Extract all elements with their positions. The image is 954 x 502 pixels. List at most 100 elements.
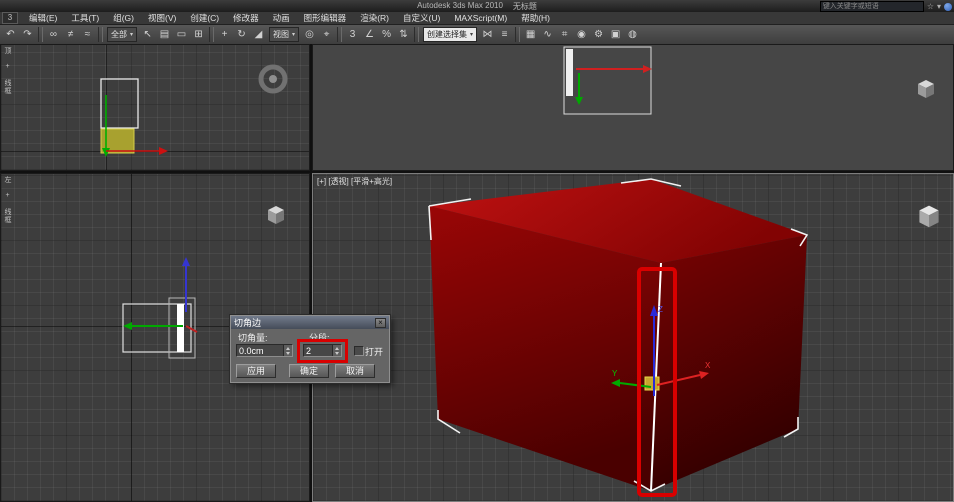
schematic-view-icon[interactable]: ⌗ — [556, 27, 573, 42]
gizmo-y-label: Y — [612, 369, 618, 378]
chevron-down-icon[interactable]: ▾ — [937, 2, 941, 11]
menu-group[interactable]: 组(G) — [106, 12, 141, 24]
bind-to-spacewarp-icon[interactable]: ≈ — [79, 27, 96, 42]
selected-edge[interactable] — [177, 304, 184, 352]
toolbar-separator — [38, 27, 43, 42]
toolbar-separator — [337, 27, 343, 42]
chamfer-amount-value[interactable]: 0.0cm — [237, 346, 283, 356]
menu-edit[interactable]: 编辑(E) — [22, 12, 64, 24]
window-crossing-icon[interactable]: ⊞ — [190, 27, 207, 42]
select-object-icon[interactable]: ↖ — [139, 27, 156, 42]
3ds-max-window: Autodesk 3ds Max 2010 无标题 ☆ ▾ 3 编辑(E) 工具… — [0, 0, 954, 502]
select-link-icon[interactable]: ∞ — [45, 27, 62, 42]
spin-down-icon[interactable] — [284, 350, 292, 356]
viewport-perspective-label[interactable]: [+] [透视] [平滑+高光] — [317, 176, 392, 187]
render-setup-icon[interactable]: ⚙ — [590, 27, 607, 42]
menu-rendering[interactable]: 渲染(R) — [353, 12, 396, 24]
viewport-perspective[interactable]: [+] [透视] [平滑+高光] Y X Z — [312, 173, 954, 502]
select-and-scale-icon[interactable]: ◢ — [250, 27, 267, 42]
menu-animation[interactable]: 动画 — [266, 12, 297, 24]
box-object[interactable] — [429, 179, 807, 491]
close-icon[interactable]: × — [375, 317, 386, 328]
toolbar-separator — [98, 27, 103, 42]
rectangular-selection-region-icon[interactable]: ▭ — [173, 27, 190, 42]
viewcube[interactable] — [919, 205, 939, 228]
viewport-area: 顶 + 线框 左 + 线框 [+] [透视] [平滑+高光] Y X Z — [0, 44, 954, 502]
redo-icon[interactable]: ↷ — [19, 27, 36, 42]
menu-help[interactable]: 帮助(H) — [514, 12, 557, 24]
communication-center-icon[interactable] — [944, 2, 952, 11]
menu-views[interactable]: 视图(V) — [141, 12, 183, 24]
rendered-frame-window-icon[interactable]: ▣ — [607, 27, 624, 42]
align-icon[interactable]: ≡ — [496, 27, 513, 42]
chevron-down-icon: ▾ — [292, 32, 296, 38]
application-button[interactable]: 3 — [2, 12, 18, 24]
selection-filter-dropdown[interactable]: 全部 ▾ — [107, 27, 138, 42]
titlebar: Autodesk 3ds Max 2010 无标题 ☆ ▾ — [0, 0, 954, 12]
menu-create[interactable]: 创建(C) — [183, 12, 226, 24]
menu-maxscript[interactable]: MAXScript(M) — [447, 12, 514, 24]
viewport-top[interactable]: 顶 + 线框 — [0, 44, 310, 171]
gizmo-y-arrowhead — [123, 322, 132, 330]
select-and-move-icon[interactable]: + — [216, 27, 233, 42]
front-view-scene — [563, 46, 934, 115]
mirror-icon[interactable]: ⋈ — [479, 27, 496, 42]
toolbar-separator — [209, 27, 215, 42]
chamfer-edge-dialog: 切角边 × 切角量: 分段: 0.0cm 2 打开 应用 确定 取消 — [229, 314, 391, 384]
viewcube[interactable] — [918, 80, 934, 98]
window-title: Autodesk 3ds Max 2010 无标题 — [417, 1, 537, 12]
select-by-name-icon[interactable]: ▤ — [156, 27, 173, 42]
viewcube-center[interactable] — [269, 75, 277, 83]
infocenter-search-input[interactable] — [819, 1, 924, 12]
menubar: 3 编辑(E) 工具(T) 组(G) 视图(V) 创建(C) 修改器 动画 图形… — [0, 12, 954, 25]
curve-editor-icon[interactable]: ∿ — [539, 27, 556, 42]
gizmo-z-label: Z — [658, 305, 663, 314]
open-checkbox-label: 打开 — [365, 347, 384, 357]
reference-coordinate-value: 视图 — [273, 30, 290, 39]
gizmo-plane-handle[interactable] — [644, 376, 660, 391]
document-title: 无标题 — [512, 2, 537, 11]
dialog-titlebar[interactable]: 切角边 × — [231, 316, 389, 329]
apply-button[interactable]: 应用 — [236, 364, 276, 378]
ok-button[interactable]: 确定 — [289, 364, 329, 378]
menu-graph-editors[interactable]: 图形编辑器 — [297, 12, 354, 24]
perspective-scene: Y X Z — [428, 178, 939, 497]
named-selection-set-value: 创建选择集 — [427, 30, 468, 39]
gizmo-x-arrowhead — [159, 147, 168, 155]
use-pivot-point-icon[interactable]: ◎ — [301, 27, 318, 42]
chevron-down-icon: ▾ — [470, 32, 474, 38]
snap-toggle-3d-icon[interactable]: 3 — [344, 27, 361, 42]
gizmo-x-label: X — [705, 361, 711, 370]
segments-highlight-annotation — [297, 339, 348, 363]
percent-snap-icon[interactable]: % — [378, 27, 395, 42]
dialog-body: 切角量: 分段: 0.0cm 2 打开 应用 确定 取消 — [231, 329, 389, 382]
undo-icon[interactable]: ↶ — [2, 27, 19, 42]
favorites-icon[interactable]: ☆ — [927, 2, 934, 11]
angle-snap-icon[interactable]: ∠ — [361, 27, 378, 42]
layer-manager-icon[interactable]: ▦ — [522, 27, 539, 42]
spinner-snap-icon[interactable]: ⇅ — [395, 27, 412, 42]
select-and-manipulate-icon[interactable]: ⌖ — [318, 27, 335, 42]
app-title: Autodesk 3ds Max 2010 — [417, 1, 503, 10]
named-selection-set-combo[interactable]: 创建选择集 ▾ — [423, 27, 478, 42]
unlink-selection-icon[interactable]: ≠ — [62, 27, 79, 42]
selected-edge[interactable] — [566, 49, 573, 96]
main-toolbar: ↶ ↷ ∞ ≠ ≈ 全部 ▾ ↖ ▤ ▭ ⊞ + ↻ ◢ 视图 ▾ ◎ ⌖ 3 … — [0, 25, 954, 45]
viewport-top-label[interactable]: 顶 + 线框 — [2, 47, 12, 95]
menu-customize[interactable]: 自定义(U) — [396, 12, 447, 24]
render-production-icon[interactable]: ◍ — [624, 27, 641, 42]
menu-modifiers[interactable]: 修改器 — [226, 12, 266, 24]
viewcube[interactable] — [268, 206, 284, 224]
open-checkbox[interactable] — [354, 346, 364, 356]
viewport-front[interactable] — [312, 44, 954, 171]
material-editor-icon[interactable]: ◉ — [573, 27, 590, 42]
menu-tools[interactable]: 工具(T) — [64, 12, 106, 24]
cancel-button[interactable]: 取消 — [335, 364, 375, 378]
viewport-left-label[interactable]: 左 + 线框 — [2, 176, 12, 224]
dialog-title: 切角边 — [234, 318, 262, 328]
select-and-rotate-icon[interactable]: ↻ — [233, 27, 250, 42]
chamfer-amount-field[interactable]: 0.0cm — [236, 344, 293, 357]
toolbar-separator — [414, 27, 420, 42]
selection-filter-value: 全部 — [111, 30, 127, 39]
reference-coordinate-dropdown[interactable]: 视图 ▾ — [269, 27, 300, 42]
